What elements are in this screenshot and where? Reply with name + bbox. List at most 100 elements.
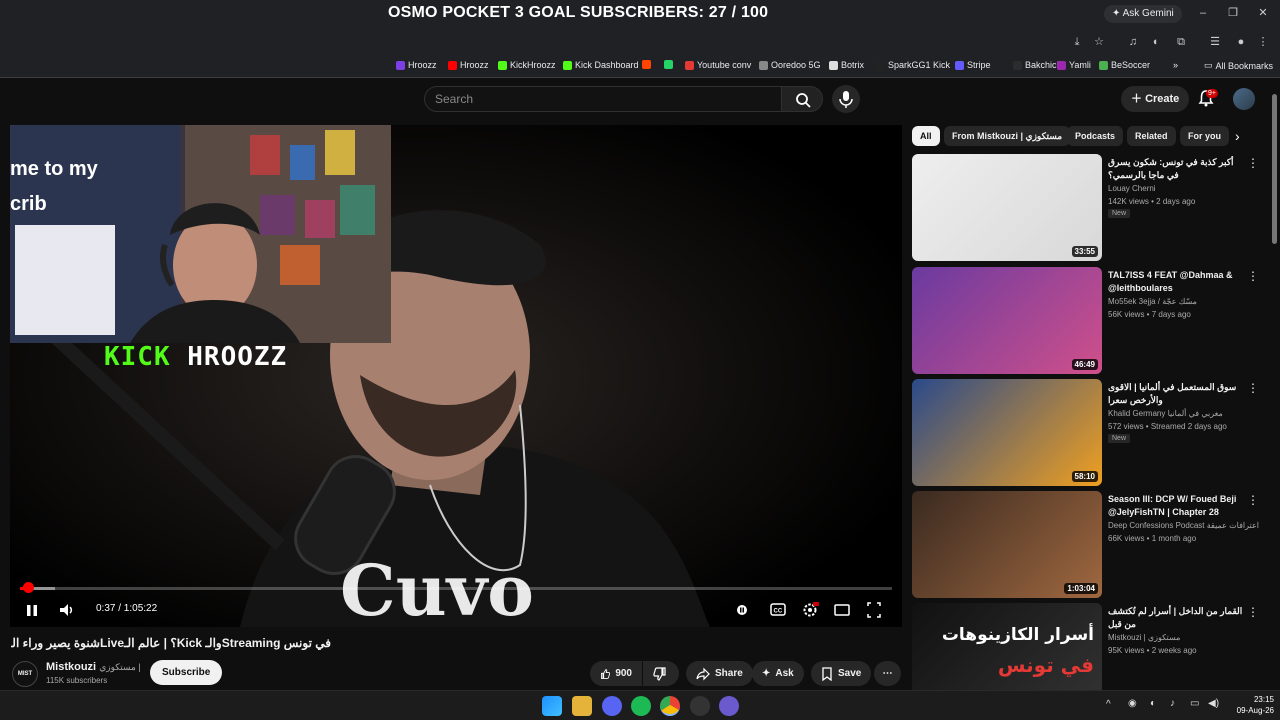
filter-chip[interactable]: Podcasts (1067, 126, 1124, 146)
more-options-icon[interactable]: ⋮ (1247, 156, 1259, 170)
captions-button[interactable]: CC (768, 599, 788, 621)
filter-chip[interactable]: All (912, 126, 940, 146)
video-player[interactable]: Cuvo me to my crib KICK HROOZZ 0:37 / 1:… (10, 125, 902, 627)
filter-chip[interactable]: Related (1127, 126, 1176, 146)
channel-name[interactable]: Mistkouzi مستكوزي | (46, 661, 141, 673)
bookmark-item[interactable]: Stripe (955, 60, 991, 70)
more-options-icon[interactable]: ⋮ (1247, 493, 1259, 507)
tray-app-icon[interactable]: ◉ (1128, 698, 1137, 709)
ask-gemini-button[interactable]: ✦ Ask Gemini (1104, 5, 1182, 23)
bookmark-item[interactable]: SparkGG1 Kick (876, 60, 950, 70)
reading-list-icon[interactable]: ☰ (1208, 35, 1222, 49)
discord-icon[interactable] (602, 696, 622, 716)
file-explorer-icon[interactable] (572, 696, 592, 716)
page-scrollbar[interactable] (1271, 84, 1277, 690)
video-thumbnail[interactable]: 1:03:04 (912, 491, 1102, 598)
save-button[interactable]: Save (811, 661, 872, 686)
tray-wifi-icon[interactable]: ◐ (1150, 698, 1156, 709)
recommended-video[interactable]: 33:55 أكبر كذبة في تونس: شكون يسرق في ماج… (912, 154, 1259, 262)
search-button[interactable] (781, 86, 823, 112)
more-options-icon[interactable]: ⋮ (1247, 269, 1259, 283)
settings-button[interactable] (800, 599, 820, 621)
bookmark-favicon-icon (829, 60, 838, 70)
tray-mic-icon[interactable]: ♪ (1170, 698, 1175, 709)
progress-bar[interactable] (20, 587, 892, 590)
theater-mode-button[interactable] (832, 599, 852, 621)
bookmark-item[interactable]: Hroozz (396, 60, 437, 70)
like-button[interactable]: 900 (590, 661, 642, 686)
assistant-icon[interactable] (719, 696, 739, 716)
volume-button[interactable] (58, 599, 76, 621)
bookmark-item[interactable]: Botrix (829, 60, 864, 70)
recommended-video-channel[interactable]: Mistkouzi | مستكوزي (1108, 633, 1180, 642)
bookmark-item[interactable]: Yamli (1057, 60, 1091, 70)
tray-speaker-icon[interactable]: ◀) (1208, 698, 1219, 709)
all-bookmarks-folder[interactable]: ▭ All Bookmarks (1204, 60, 1273, 71)
recommended-video[interactable]: 46:49 TAL7ISS 4 FEAT @Dahmaa & @leithboul… (912, 267, 1259, 375)
video-duration: 33:55 (1071, 246, 1098, 257)
recommended-video-channel[interactable]: Khalid Germany مغربي في ألمانيا (1108, 409, 1223, 418)
filter-chip[interactable]: From Mistkouzi | مستكوزي (944, 126, 1071, 146)
chips-next-arrow-icon[interactable]: › (1235, 128, 1240, 144)
chrome-icon[interactable] (660, 696, 680, 716)
tray-chevron-icon[interactable]: ^ (1106, 699, 1111, 710)
app-icon[interactable] (690, 696, 710, 716)
video-thumbnail[interactable]: 58:10 (912, 379, 1102, 486)
extension-blue-icon[interactable]: ◖ (1148, 35, 1162, 49)
voice-search-button[interactable] (832, 85, 860, 113)
bookmark-item[interactable] (664, 60, 673, 69)
more-options-icon[interactable]: ⋮ (1247, 381, 1259, 395)
bookmark-item[interactable]: Kick Dashboard (563, 60, 639, 70)
search-input[interactable]: Search (424, 86, 782, 112)
spotify-icon[interactable] (631, 696, 651, 716)
start-windows-icon[interactable] (542, 696, 562, 716)
recommended-video-channel[interactable]: Deep Confessions Podcast اعترافات عميقة (1108, 521, 1259, 530)
more-options-icon[interactable]: ⋮ (1247, 605, 1259, 619)
scrollbar-thumb[interactable] (1272, 94, 1277, 244)
minimize-icon[interactable]: – (1196, 6, 1210, 20)
install-app-icon[interactable]: ⤓ (1070, 35, 1084, 49)
filter-chip[interactable]: For you (1180, 126, 1229, 146)
ask-button[interactable]: ✦ Ask (752, 661, 804, 686)
bookmark-favicon-icon (876, 60, 885, 70)
recommended-video[interactable]: 58:10 سوق المستعمل في ألمانيا | الاقوى وا… (912, 379, 1259, 487)
bookmark-label: Hroozz (408, 60, 437, 70)
notification-count-badge: 9+ (1206, 89, 1218, 98)
profile-icon[interactable]: ● (1234, 35, 1248, 49)
fullscreen-button[interactable] (866, 599, 882, 621)
bookmark-item[interactable]: Ooredoo 5G (759, 60, 821, 70)
user-avatar[interactable] (1233, 88, 1255, 110)
autoplay-toggle[interactable] (734, 599, 750, 621)
subscribe-button[interactable]: Subscribe (150, 660, 223, 685)
bookmark-item[interactable] (642, 60, 651, 69)
recommended-video-channel[interactable]: Louay Cherni (1108, 184, 1156, 193)
bookmark-item[interactable]: Youtube conv (685, 60, 751, 70)
bookmark-item[interactable]: Hroozz (448, 60, 489, 70)
recommended-video-channel[interactable]: Mo55ek 3ejja / مسّك عجّة (1108, 297, 1197, 306)
recommended-video[interactable]: 1:03:04 Season III: DCP W/ Foued Beji @Je… (912, 491, 1259, 599)
bookmark-item[interactable]: Bakchich (1013, 60, 1062, 70)
recommended-video-title: أكبر كذبة في تونس: شكون يسرق في ماجا بال… (1108, 157, 1234, 180)
taskbar-clock[interactable]: 23:15 09-Aug-26 (1222, 694, 1274, 716)
dislike-button[interactable] (643, 661, 679, 686)
share-button[interactable]: Share (686, 661, 753, 686)
pause-button[interactable] (24, 599, 40, 621)
maximize-icon[interactable]: ❐ (1226, 6, 1240, 20)
menu-kebab-icon[interactable]: ⋮ (1256, 35, 1270, 49)
close-icon[interactable]: ✕ (1256, 6, 1270, 20)
bookmark-item[interactable]: KickHroozz (498, 60, 556, 70)
bookmarks-overflow-icon[interactable]: » (1173, 60, 1178, 70)
clock-date: 09-Aug-26 (1236, 706, 1274, 715)
video-thumbnail[interactable]: 46:49 (912, 267, 1102, 374)
extensions-puzzle-icon[interactable]: ⧉ (1174, 35, 1188, 49)
like-count: 900 (615, 668, 632, 679)
bookmark-item[interactable]: BeSoccer (1099, 60, 1150, 70)
more-actions-button[interactable]: ⋯ (874, 661, 901, 686)
bookmark-favicon-icon (563, 60, 572, 70)
channel-avatar[interactable]: MIST KO ZI (12, 661, 38, 701)
bookmark-star-icon[interactable]: ☆ (1092, 35, 1106, 49)
video-thumbnail[interactable]: 33:55 (912, 154, 1102, 261)
create-button[interactable]: ＋ Create (1121, 86, 1190, 112)
tray-display-icon[interactable]: ▭ (1190, 698, 1199, 709)
media-icon[interactable]: ♫ (1126, 35, 1140, 49)
